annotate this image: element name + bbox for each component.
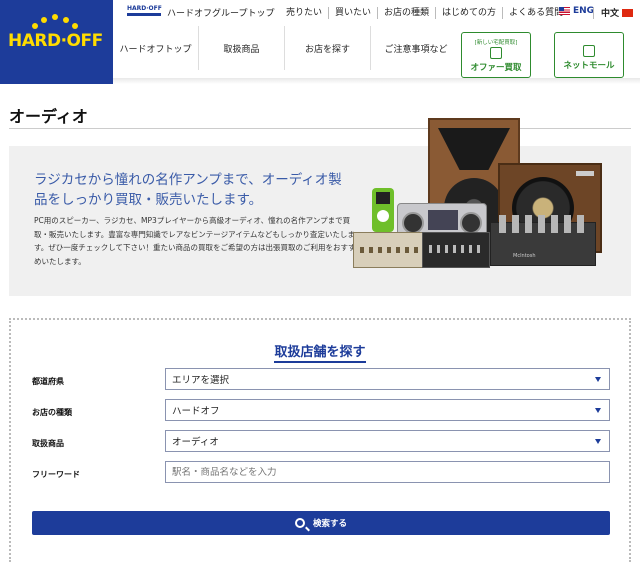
freeword-input[interactable] [172,466,609,478]
search-button[interactable]: 検索する [32,511,610,535]
group-logo[interactable]: HARD·OFF [127,5,162,16]
nav-products[interactable]: 取扱商品 [199,26,285,70]
mp3-player-image [372,188,394,232]
shop-type-label: お店の種類 [32,408,72,417]
lang-english-label: ENG [573,6,595,16]
search-icon [294,518,305,528]
offer-label: オファー買取 [470,62,522,73]
store-search-title-text: 取扱店舗を探す [274,345,366,363]
cn-flag-icon [622,8,634,17]
lang-english[interactable]: ENG [559,6,594,16]
hardoff-logo[interactable]: HARD·OFF [0,0,113,84]
shopping-bag-icon [583,45,595,57]
vintage-amp-image [353,232,423,268]
lang-chinese-label: 中文 [601,9,620,19]
prefecture-label: 都道府県 [32,377,64,386]
amp-brand-label: McIntosh [513,253,536,259]
top-link-first-time[interactable]: はじめての方 [435,7,502,19]
prefecture-value: エリアを選択 [172,375,230,386]
box-icon [490,46,502,59]
top-link-buy[interactable]: 買いたい [328,7,377,19]
shop-type-select[interactable]: ハードオフ [165,399,610,421]
lang-divider [593,7,594,19]
us-flag-icon [559,7,570,15]
nav-shadow [113,78,640,84]
top-link-sell[interactable]: 売りたい [280,7,328,19]
prefecture-select[interactable]: エリアを選択 [165,368,610,390]
product-select[interactable]: オーディオ [165,430,610,452]
group-logo-text: HARD·OFF [127,5,162,12]
freeword-label: フリーワード [32,470,80,479]
freeword-field[interactable] [165,461,610,483]
group-top-link[interactable]: ハードオフグループトップ [167,6,274,19]
hero-description: PC用のスピーカー、ラジカセ、MP3プレイヤーから高級オーディオ、憧れの名作アン… [34,216,356,266]
top-links: 売りたい 買いたい お店の種類 はじめての方 よくある質問 [280,0,569,26]
chevron-down-icon [595,439,601,444]
nav-notes[interactable]: ご注意事項など [371,26,461,70]
logo-dots-icon [32,14,78,29]
net-mall-button[interactable]: ネットモール [554,32,624,78]
chevron-down-icon [595,408,601,413]
offer-tag: [新しい宅配買取] [474,39,518,46]
page-title: オーディオ [9,107,88,126]
logo-text: HARD·OFF [8,31,103,51]
product-label: 取扱商品 [32,439,64,448]
nav-find-store[interactable]: お店を探す [285,26,371,70]
search-button-label: 検索する [312,519,347,529]
nav-hardoff-top[interactable]: ハードオフトップ [113,26,199,70]
product-value: オーディオ [172,437,219,448]
top-link-shop-types[interactable]: お店の種類 [377,7,435,19]
chevron-down-icon [595,377,601,382]
lang-chinese[interactable]: 中文 [601,6,634,19]
offer-buyback-button[interactable]: [新しい宅配買取] オファー買取 [461,32,531,78]
top-bar: HARD·OFF ハードオフグループトップ 売りたい 買いたい お店の種類 はじ… [113,0,640,26]
shop-type-value: ハードオフ [172,406,220,417]
netmall-label: ネットモール [563,61,615,71]
tube-amp-image: McIntosh [490,215,596,266]
store-search-title: 取扱店舗を探す [0,341,640,363]
black-amp-image [422,232,490,268]
hero-headline: ラジカセから憧れの名作アンプまで、オーディオ製品をしっかり買取・販売いたします。 [34,172,342,208]
title-divider [9,128,631,129]
